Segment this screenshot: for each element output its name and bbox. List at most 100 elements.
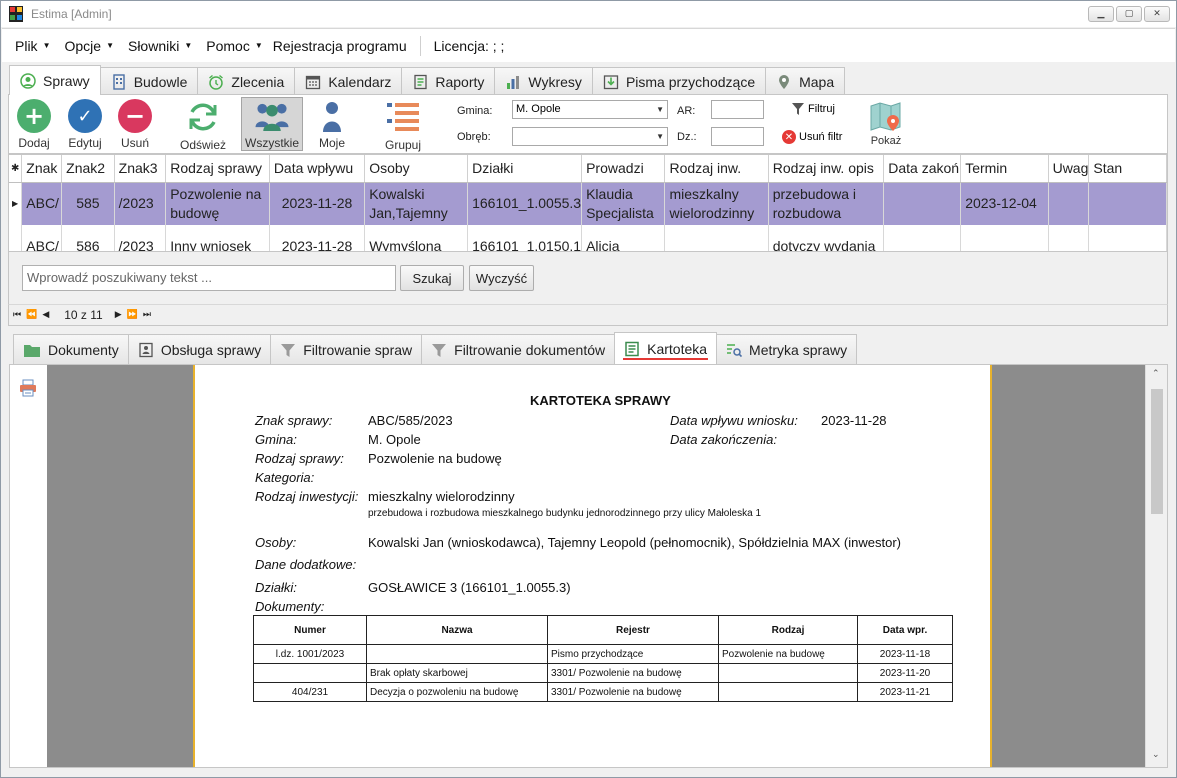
id-card-icon [139, 342, 153, 357]
column-header[interactable]: Znak2 [61, 155, 115, 183]
all-button[interactable]: Wszystkie [241, 97, 303, 151]
show-map-button[interactable]: Pokaż [869, 101, 903, 147]
doc-column-header: Numer [253, 615, 367, 645]
clear-search-button[interactable]: Wyczyść [469, 265, 534, 291]
tab-label: Pisma przychodzące [625, 73, 756, 90]
table-row[interactable]: ABC/ 586 /2023 Inny wniosek 2023-11-28 W… [9, 225, 1167, 251]
table-row[interactable]: ▶ ABC/ 585 /2023 Pozwolenie na budowę 20… [9, 182, 1167, 225]
tab-filtrowanie-dokumentow[interactable]: Filtrowanie dokumentów [421, 334, 616, 364]
tab-dokumenty[interactable]: Dokumenty [13, 334, 129, 364]
doc-column-header: Rodzaj [718, 615, 858, 645]
doc-data: 2023-11-21 [857, 682, 953, 702]
show-label: Pokaż [870, 135, 902, 147]
column-header[interactable]: Uwag [1048, 155, 1090, 183]
add-label: Dodaj [18, 136, 50, 150]
plus-icon: + [17, 99, 51, 133]
tab-obsluga[interactable]: Obsługa sprawy [127, 334, 272, 364]
pager: ⏮ ⏪ ◀ 10 z 11 ▶ ⏩ ⏭ [8, 304, 1168, 326]
prev-page-icon[interactable]: ◀ [42, 310, 49, 320]
tab-wykresy[interactable]: Wykresy [494, 67, 593, 95]
tab-zlecenia[interactable]: Zlecenia [197, 67, 296, 95]
dropdown-arrow-icon: ▼ [656, 105, 664, 114]
close-button[interactable]: ✕ [1144, 6, 1170, 22]
scroll-up-icon[interactable]: ⌃ [1152, 369, 1160, 379]
delete-button[interactable]: − Usuń [118, 99, 152, 150]
gmina-value: M. Opole [516, 103, 561, 115]
cell-rodzaj-inw [664, 225, 769, 251]
tab-filtrowanie-spraw[interactable]: Filtrowanie spraw [270, 334, 423, 364]
column-header[interactable]: Stan [1088, 155, 1167, 183]
active-tab-underline [623, 358, 709, 360]
first-page-icon[interactable]: ⏮ [13, 310, 21, 320]
grid-header: ✱ Znak Znak2 Znak3 Rodzaj sprawy Data wp… [9, 155, 1167, 183]
menu-pomoc[interactable]: Pomoc ▼ [206, 38, 263, 54]
scroll-down-icon[interactable]: ⌄ [1152, 750, 1160, 760]
cell-rodzaj-inw: mieszkalny wielorodzinny [664, 182, 769, 225]
value-dzialki: GOSŁAWICE 3 (166101_1.0055.3) [368, 580, 571, 595]
search-button[interactable]: Szukaj [400, 265, 464, 291]
column-header[interactable]: Rodzaj inw. [664, 155, 769, 183]
vertical-scrollbar[interactable]: ⌃ ⌄ [1145, 365, 1167, 767]
edit-button[interactable]: ✓ Edytuj [68, 99, 102, 150]
tab-label: Budowle [133, 73, 188, 90]
column-header[interactable]: Data wpływu [269, 155, 366, 183]
column-header[interactable]: Termin [960, 155, 1049, 183]
maximize-button[interactable]: ▢ [1116, 6, 1142, 22]
tab-label: Kartoteka [647, 340, 708, 357]
cell-rodzaj: Inny wniosek [165, 225, 270, 251]
ar-input[interactable] [711, 100, 764, 119]
tab-budowle[interactable]: Budowle [99, 67, 199, 95]
column-header[interactable]: Znak [21, 155, 63, 183]
label-data-zakonczenia: Data zakończenia: [670, 432, 777, 447]
report-title: KARTOTEKA SPRAWY [530, 393, 671, 408]
scroll-thumb[interactable] [1151, 389, 1163, 514]
tab-mapa[interactable]: Mapa [765, 67, 846, 95]
prev-fast-icon[interactable]: ⏪ [26, 310, 37, 320]
minimize-button[interactable]: ▁ [1088, 6, 1114, 22]
column-header[interactable]: Prowadzi [581, 155, 666, 183]
next-page-icon[interactable]: ▶ [115, 310, 122, 320]
tab-kalendarz[interactable]: Kalendarz [294, 67, 403, 95]
tab-pisma[interactable]: Pisma przychodzące [591, 67, 767, 95]
doc-column-header: Nazwa [366, 615, 548, 645]
column-header[interactable]: Osoby [364, 155, 469, 183]
menu-opcje[interactable]: Opcje ▼ [64, 38, 114, 54]
column-header[interactable]: Rodzaj inw. opis [768, 155, 885, 183]
printer-icon[interactable] [19, 379, 37, 397]
doc-data: 2023-11-18 [857, 644, 953, 664]
column-header[interactable]: Działki [467, 155, 583, 183]
column-header[interactable]: Rodzaj sprawy [165, 155, 270, 183]
label-dane-dodatkowe: Dane dodatkowe: [255, 557, 357, 572]
tab-metryka[interactable]: Metryka sprawy [716, 334, 858, 364]
menu-slowniki[interactable]: Słowniki ▼ [128, 38, 192, 54]
value-gmina: M. Opole [368, 432, 421, 447]
search-input[interactable]: Wprowadź poszukiwany tekst ... [22, 265, 396, 291]
add-button[interactable]: + Dodaj [17, 99, 51, 150]
filter-button[interactable]: Filtruj [791, 102, 835, 116]
menu-plik[interactable]: Plik ▼ [15, 38, 50, 54]
obreb-select[interactable]: ▼ [512, 127, 668, 146]
menu-rejestracja[interactable]: Rejestracja programu [273, 38, 407, 54]
row-indicator [9, 225, 23, 251]
tab-kartoteka[interactable]: Kartoteka [614, 332, 718, 364]
column-header[interactable]: Znak3 [114, 155, 167, 183]
column-header[interactable]: Data zakoń [883, 155, 962, 183]
cell-znak: ABC/ [21, 182, 63, 225]
refresh-button[interactable]: Odśwież [180, 99, 226, 152]
next-fast-icon[interactable]: ⏩ [127, 310, 138, 320]
window-title: Estima [Admin] [31, 7, 112, 21]
clear-filter-button[interactable]: ✕ Usuń filtr [782, 130, 842, 144]
cell-data: 2023-11-28 [269, 225, 366, 251]
value-rodzaj: Pozwolenie na budowę [368, 451, 502, 466]
detail-tabs: Dokumenty Obsługa sprawy Filtrowanie spr… [13, 332, 858, 364]
dz-input[interactable] [711, 127, 764, 146]
tab-label: Raporty [435, 73, 485, 90]
cell-rodzaj-inw-opis: dotyczy wydania [768, 225, 885, 251]
last-page-icon[interactable]: ⏭ [143, 310, 151, 320]
mine-button[interactable]: Moje [315, 99, 349, 150]
group-button[interactable]: Grupuj [385, 99, 421, 152]
gmina-select[interactable]: M. Opole ▼ [512, 100, 668, 119]
tab-raporty[interactable]: Raporty [401, 67, 496, 95]
cell-znak: ABC/ [21, 225, 63, 251]
tab-sprawy[interactable]: Sprawy [9, 65, 101, 95]
